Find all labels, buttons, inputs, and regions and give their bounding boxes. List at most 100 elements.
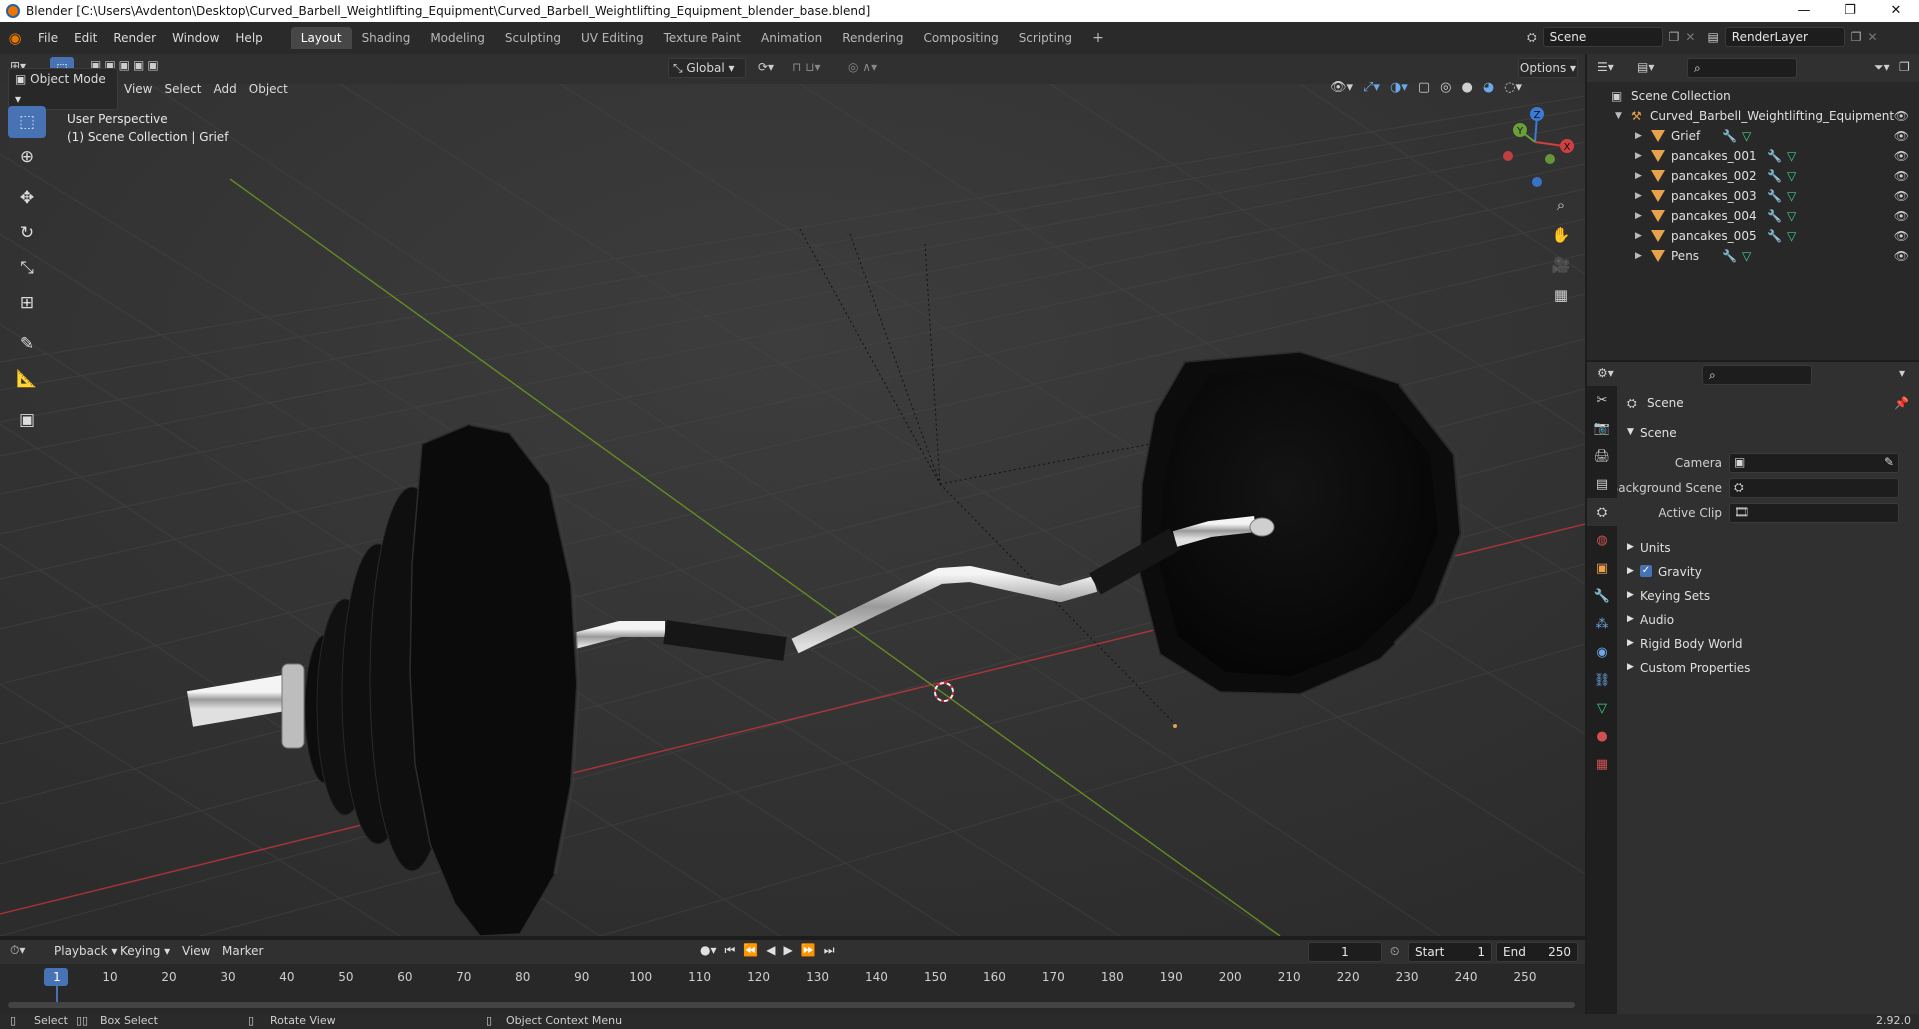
- expand-icon[interactable]: ▶: [1635, 246, 1642, 266]
- play-reverse-icon[interactable]: ◀: [766, 943, 775, 958]
- new-layer-icon[interactable]: ❐: [1851, 30, 1862, 44]
- world-tab-icon[interactable]: ◍: [1587, 526, 1617, 554]
- timeline-menu-keying[interactable]: Keying ▾: [114, 941, 176, 961]
- outliner-row-object[interactable]: ▶ Grief 🔧 ▽ 👁: [1587, 126, 1919, 146]
- move-tool-icon[interactable]: ✥: [8, 182, 46, 214]
- timeline-scrollbar[interactable]: [8, 1002, 1575, 1008]
- constraints-tab-icon[interactable]: ⛓: [1587, 666, 1617, 694]
- gravity-panel[interactable]: Gravity: [1658, 565, 1702, 579]
- expand-icon[interactable]: ▶: [1627, 566, 1634, 576]
- remove-layer-icon[interactable]: ✕: [1868, 30, 1878, 44]
- camera-view-icon[interactable]: 🎥: [1548, 252, 1574, 278]
- jump-start-icon[interactable]: ⏮: [725, 943, 736, 958]
- solid-shading-icon[interactable]: ●: [1461, 80, 1472, 95]
- output-tab-icon[interactable]: 🖨: [1587, 442, 1617, 470]
- expand-icon[interactable]: ▶: [1635, 226, 1642, 246]
- filter-icon[interactable]: ⏷▾: [1874, 60, 1890, 75]
- material-shading-icon[interactable]: ◕: [1483, 80, 1494, 95]
- scene-panel-title[interactable]: Scene: [1640, 426, 1677, 440]
- audio-panel[interactable]: Audio: [1640, 613, 1674, 627]
- viewport-menu-select[interactable]: Select: [158, 79, 207, 99]
- display-mode-icon[interactable]: ▤▾: [1637, 60, 1654, 74]
- properties-search-input[interactable]: ⌕: [1702, 365, 1812, 385]
- ortho-toggle-icon[interactable]: ▦: [1548, 282, 1574, 308]
- viewport-menu-view[interactable]: View: [118, 79, 158, 99]
- outliner-editor-icon[interactable]: ☰▾: [1597, 60, 1614, 74]
- visibility-icon[interactable]: 👁▾: [1330, 80, 1353, 95]
- timeline-editor-icon[interactable]: ⏱▾: [10, 943, 25, 958]
- tab-layout[interactable]: Layout: [290, 27, 352, 49]
- collapse-icon[interactable]: ▼: [1627, 427, 1634, 437]
- expand-icon[interactable]: ▶: [1627, 638, 1634, 648]
- play-icon[interactable]: ▶: [784, 943, 793, 958]
- tab-shading[interactable]: Shading: [352, 27, 421, 49]
- mode-dropdown[interactable]: ▣ Object Mode ▾: [8, 68, 118, 110]
- eyedropper-icon[interactable]: ✎: [1884, 455, 1894, 469]
- outliner-row-scene-collection[interactable]: ▣ Scene Collection: [1587, 86, 1919, 106]
- menu-window[interactable]: Window: [164, 27, 227, 49]
- gizmo-toggle-icon[interactable]: ⤢▾: [1363, 80, 1380, 95]
- visibility-eye-icon[interactable]: 👁: [1894, 226, 1909, 246]
- pivot-point-icon[interactable]: ⟳▾: [758, 60, 774, 74]
- end-frame-field[interactable]: End 250: [1496, 942, 1578, 962]
- expand-icon[interactable]: ▶: [1635, 166, 1642, 186]
- timeline-menu-playback[interactable]: Playback ▾: [48, 941, 123, 961]
- menu-file[interactable]: File: [30, 27, 66, 49]
- visibility-eye-icon[interactable]: 👁: [1894, 126, 1909, 146]
- visibility-eye-icon[interactable]: 👁: [1894, 206, 1909, 226]
- visibility-eye-icon[interactable]: 👁: [1894, 246, 1909, 266]
- units-panel[interactable]: Units: [1640, 541, 1671, 555]
- timeline-menu-view[interactable]: View: [176, 941, 216, 961]
- viewport-menu-object[interactable]: Object: [243, 79, 294, 99]
- tab-animation[interactable]: Animation: [751, 27, 832, 49]
- expand-icon[interactable]: ▶: [1635, 206, 1642, 226]
- jump-end-icon[interactable]: ⏭: [824, 943, 835, 958]
- outliner-row-object[interactable]: ▶ pancakes_004 🔧 ▽ 👁: [1587, 206, 1919, 226]
- menu-edit[interactable]: Edit: [66, 27, 105, 49]
- outliner-row-object[interactable]: ▶ pancakes_003 🔧 ▽ 👁: [1587, 186, 1919, 206]
- start-frame-field[interactable]: Start 1: [1408, 942, 1492, 962]
- tab-compositing[interactable]: Compositing: [913, 27, 1008, 49]
- xray-icon[interactable]: ▢: [1418, 80, 1430, 95]
- scale-tool-icon[interactable]: ⤡: [8, 252, 46, 284]
- background-scene-field[interactable]: ⛭: [1729, 478, 1899, 498]
- tab-modeling[interactable]: Modeling: [420, 27, 495, 49]
- current-frame-field[interactable]: 1: [1308, 942, 1382, 962]
- new-collection-icon[interactable]: ❐: [1899, 60, 1910, 74]
- pan-hand-icon[interactable]: ✋: [1548, 222, 1574, 248]
- maximize-button[interactable]: ❐: [1827, 0, 1873, 22]
- minimize-button[interactable]: —: [1781, 0, 1827, 22]
- timeline-menu-marker[interactable]: Marker: [216, 941, 269, 961]
- visibility-eye-icon[interactable]: 👁: [1894, 186, 1909, 206]
- properties-options-icon[interactable]: ▾: [1899, 366, 1905, 380]
- scene-selector[interactable]: Scene: [1542, 27, 1663, 47]
- rigid-body-world-panel[interactable]: Rigid Body World: [1640, 637, 1743, 651]
- blender-menu-icon[interactable]: ◉: [0, 29, 30, 47]
- keying-sets-panel[interactable]: Keying Sets: [1640, 589, 1710, 603]
- camera-field[interactable]: ▣ ✎: [1729, 453, 1899, 473]
- add-workspace-icon[interactable]: +: [1082, 27, 1114, 49]
- renderlayer-selector[interactable]: RenderLayer: [1724, 27, 1845, 47]
- transform-orientation-dropdown[interactable]: ⤡ Global ▾: [668, 58, 746, 78]
- custom-properties-panel[interactable]: Custom Properties: [1640, 661, 1750, 675]
- texture-tab-icon[interactable]: ▦: [1587, 750, 1617, 778]
- remove-scene-icon[interactable]: ✕: [1685, 30, 1695, 44]
- new-scene-icon[interactable]: ❐: [1669, 30, 1680, 44]
- overlay-toggle-icon[interactable]: ◑▾: [1390, 80, 1408, 95]
- rotate-tool-icon[interactable]: ↻: [8, 217, 46, 249]
- menu-help[interactable]: Help: [227, 27, 270, 49]
- wireframe-shading-icon[interactable]: ◎: [1440, 80, 1451, 95]
- measure-tool-icon[interactable]: 📐: [8, 363, 46, 395]
- next-keyframe-icon[interactable]: ⏩: [801, 943, 816, 958]
- collapse-icon[interactable]: ▼: [1615, 106, 1622, 126]
- expand-icon[interactable]: ▶: [1627, 662, 1634, 672]
- outliner-row-object[interactable]: ▶ pancakes_001 🔧 ▽ 👁: [1587, 146, 1919, 166]
- timeline-area[interactable]: 1 10 20 30 40 50 60 70 80 90 100 110 120 130 140 150 160…: [0, 964, 1585, 1014]
- render-tab-icon[interactable]: 📷: [1587, 414, 1617, 442]
- outliner-row-collection[interactable]: ▼ ⚒ Curved_Barbell_Weightlifting_Equipme…: [1587, 106, 1919, 126]
- options-dropdown[interactable]: Options ▾: [1518, 58, 1578, 78]
- gravity-checkbox[interactable]: ✓: [1640, 565, 1652, 577]
- tab-sculpting[interactable]: Sculpting: [495, 27, 571, 49]
- annotate-tool-icon[interactable]: ✎: [8, 328, 46, 360]
- outliner-row-object[interactable]: ▶ pancakes_002 🔧 ▽ 👁: [1587, 166, 1919, 186]
